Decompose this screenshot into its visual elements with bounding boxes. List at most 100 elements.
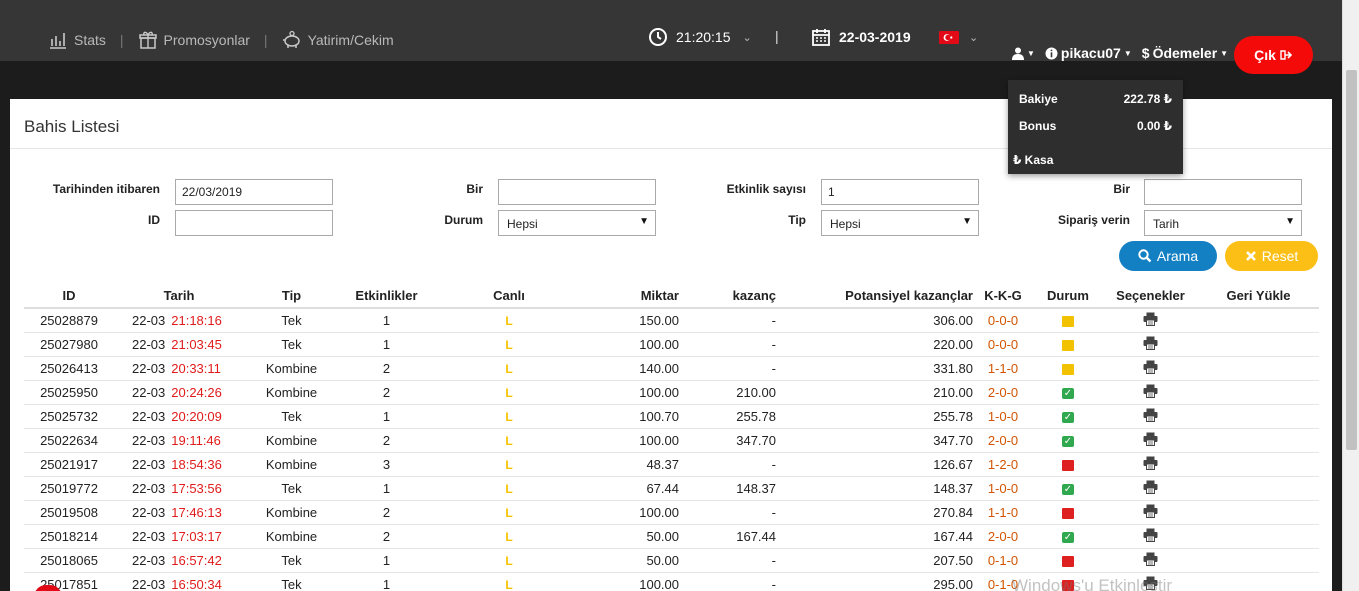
- cell-day: 22-03: [132, 504, 166, 520]
- table-row[interactable]: 25025732 22-03 20:20:09 Tek 1 L 100.70 255.78 25…: [24, 404, 1319, 429]
- kkg-value: 0-0-0: [987, 336, 1019, 352]
- col-events[interactable]: Etkinlikler: [339, 284, 434, 309]
- nav-invest[interactable]: Yatirim/Cekim: [282, 30, 394, 50]
- print-icon[interactable]: [1143, 432, 1158, 449]
- table-row[interactable]: 25018214 22-03 17:03:17 Kombine 2 L 50.00 167.4…: [24, 524, 1319, 549]
- check-icon: ✓: [1062, 531, 1074, 543]
- event-count-input[interactable]: [821, 179, 979, 205]
- nav-separator: |: [263, 32, 268, 48]
- table-row[interactable]: 25025950 22-03 20:24:26 Kombine 2 L 100.00 210.…: [24, 380, 1319, 405]
- lost-flag-icon: [1062, 459, 1074, 471]
- reset-button[interactable]: Reset: [1225, 241, 1318, 271]
- cell-amount: 67.44: [584, 476, 679, 501]
- table-row[interactable]: 25021917 22-03 18:54:36 Kombine 3 L 48.37-126.…: [24, 452, 1319, 477]
- col-potential[interactable]: Potansiyel kazançlar: [776, 284, 973, 309]
- date-picker[interactable]: 22-03-2019: [811, 27, 911, 47]
- payments-dropdown[interactable]: $ Ödemeler ▼: [1142, 45, 1228, 61]
- col-date[interactable]: Tarih: [114, 284, 244, 309]
- cell-amount: 150.00: [584, 308, 679, 333]
- print-icon[interactable]: [1143, 360, 1158, 377]
- cell-time: 17:53:56: [171, 480, 222, 496]
- cell-options: [1103, 404, 1198, 429]
- stats-icon: [50, 33, 66, 49]
- logout-button[interactable]: Çık: [1234, 36, 1313, 74]
- cell-live: L: [434, 332, 584, 357]
- cell-reload: [1198, 404, 1319, 429]
- print-icon[interactable]: [1143, 552, 1158, 569]
- col-reload[interactable]: Geri Yükle: [1198, 284, 1319, 309]
- kasa-label: ₺ Kasa: [1013, 153, 1054, 167]
- turkish-flag-icon[interactable]: [939, 31, 959, 44]
- from-date-input[interactable]: [175, 179, 333, 205]
- print-icon[interactable]: [1143, 528, 1158, 545]
- table-row[interactable]: 25028879 22-03 21:18:16 Tek 1 L 150.00-306.00 0…: [24, 308, 1319, 333]
- cell-amount: 100.00: [584, 380, 679, 405]
- user-menu: ▼ pikacu07 ▼ $ Ödemeler ▼: [1012, 45, 1228, 61]
- close-icon: [1245, 251, 1256, 261]
- table-row[interactable]: 25022634 22-03 19:11:46 Kombine 2 L 100.00 347.…: [24, 428, 1319, 453]
- nav-invest-label: Yatirim/Cekim: [307, 32, 394, 48]
- cell-time: 17:03:17: [171, 528, 222, 544]
- cell-options: [1103, 452, 1198, 477]
- print-icon[interactable]: [1143, 336, 1158, 353]
- print-icon[interactable]: [1143, 456, 1158, 473]
- cell-status: ✓: [1033, 476, 1103, 501]
- bonus-row: Bonus 0.00 ₺: [1019, 119, 1172, 133]
- col-live[interactable]: Canlı: [434, 284, 584, 309]
- nav-stats[interactable]: Stats: [48, 30, 106, 50]
- table-row[interactable]: 25018065 22-03 16:57:42 Tek 1 L 50.00-207.50 0-…: [24, 548, 1319, 573]
- col-kkg[interactable]: K-K-G: [973, 284, 1033, 309]
- print-icon[interactable]: [1143, 504, 1158, 521]
- print-icon[interactable]: [1143, 384, 1158, 401]
- cell-date: 22-03 17:53:56: [114, 476, 244, 501]
- cell-winnings: 148.37: [679, 476, 776, 501]
- id-label: ID: [148, 213, 160, 227]
- nav-promos[interactable]: Promosyonlar: [138, 30, 250, 50]
- current-date: 22-03-2019: [839, 29, 911, 45]
- table-row[interactable]: 25019772 22-03 17:53:56 Tek 1 L 67.44 148.37 148…: [24, 476, 1319, 501]
- bir-input-1[interactable]: [498, 179, 656, 205]
- balance-label: Bakiye: [1019, 92, 1058, 106]
- cell-events: 2: [339, 356, 434, 381]
- cell-potential: 167.44: [776, 524, 973, 549]
- cell-id: 25026413: [24, 356, 114, 381]
- cell-time: 19:11:46: [171, 432, 221, 448]
- chevron-down-icon[interactable]: ⌄: [969, 31, 978, 44]
- col-amount[interactable]: Miktar: [584, 284, 679, 309]
- live-indicator: L: [505, 433, 513, 448]
- clock-icon: [649, 28, 667, 46]
- bir-input-2[interactable]: [1144, 179, 1302, 205]
- cell-id: 25022634: [24, 428, 114, 453]
- cell-time: 16:57:42: [171, 552, 222, 568]
- col-options[interactable]: Seçenekler: [1103, 284, 1198, 309]
- kkg-value: 1-0-0: [987, 480, 1019, 496]
- scroll-thumb[interactable]: [1346, 70, 1357, 450]
- cell-kkg: 2-0-0: [973, 428, 1033, 453]
- search-button[interactable]: Arama: [1119, 241, 1217, 271]
- col-id[interactable]: ID: [24, 284, 114, 309]
- order-select[interactable]: Tarih ▼: [1144, 210, 1302, 236]
- id-input[interactable]: [175, 210, 333, 236]
- status-select[interactable]: Hepsi ▼: [498, 210, 656, 236]
- col-type[interactable]: Tip: [244, 284, 339, 309]
- type-select[interactable]: Hepsi ▼: [821, 210, 979, 236]
- kasa-link[interactable]: ₺ Kasa: [1013, 153, 1166, 167]
- profile-dropdown[interactable]: ▼: [1012, 47, 1035, 60]
- print-icon[interactable]: [1143, 312, 1158, 329]
- page-scrollbar[interactable]: [1342, 0, 1359, 591]
- table-row[interactable]: 25027980 22-03 21:03:45 Tek 1 L 100.00-220.00 0…: [24, 332, 1319, 357]
- logout-label: Çık: [1254, 47, 1276, 63]
- table-row[interactable]: 25019508 22-03 17:46:13 Kombine 2 L 100.00-270…: [24, 500, 1319, 525]
- col-winnings[interactable]: kazanç: [679, 284, 776, 309]
- print-icon[interactable]: [1143, 408, 1158, 425]
- cell-winnings: -: [679, 548, 776, 573]
- clock[interactable]: 21:20:15 ⌄: [648, 27, 752, 47]
- table-row[interactable]: 25026413 22-03 20:33:11 Kombine 2 L 140.00-331…: [24, 356, 1319, 381]
- print-icon[interactable]: [1143, 480, 1158, 497]
- cell-events: 1: [339, 404, 434, 429]
- account-dropdown[interactable]: pikacu07 ▼: [1045, 45, 1132, 61]
- cell-events: 2: [339, 380, 434, 405]
- bets-table: ID Tarih Tip Etkinlikler Canlı Miktar ka…: [24, 284, 1319, 591]
- cell-type: Tek: [244, 476, 339, 501]
- col-status[interactable]: Durum: [1033, 284, 1103, 309]
